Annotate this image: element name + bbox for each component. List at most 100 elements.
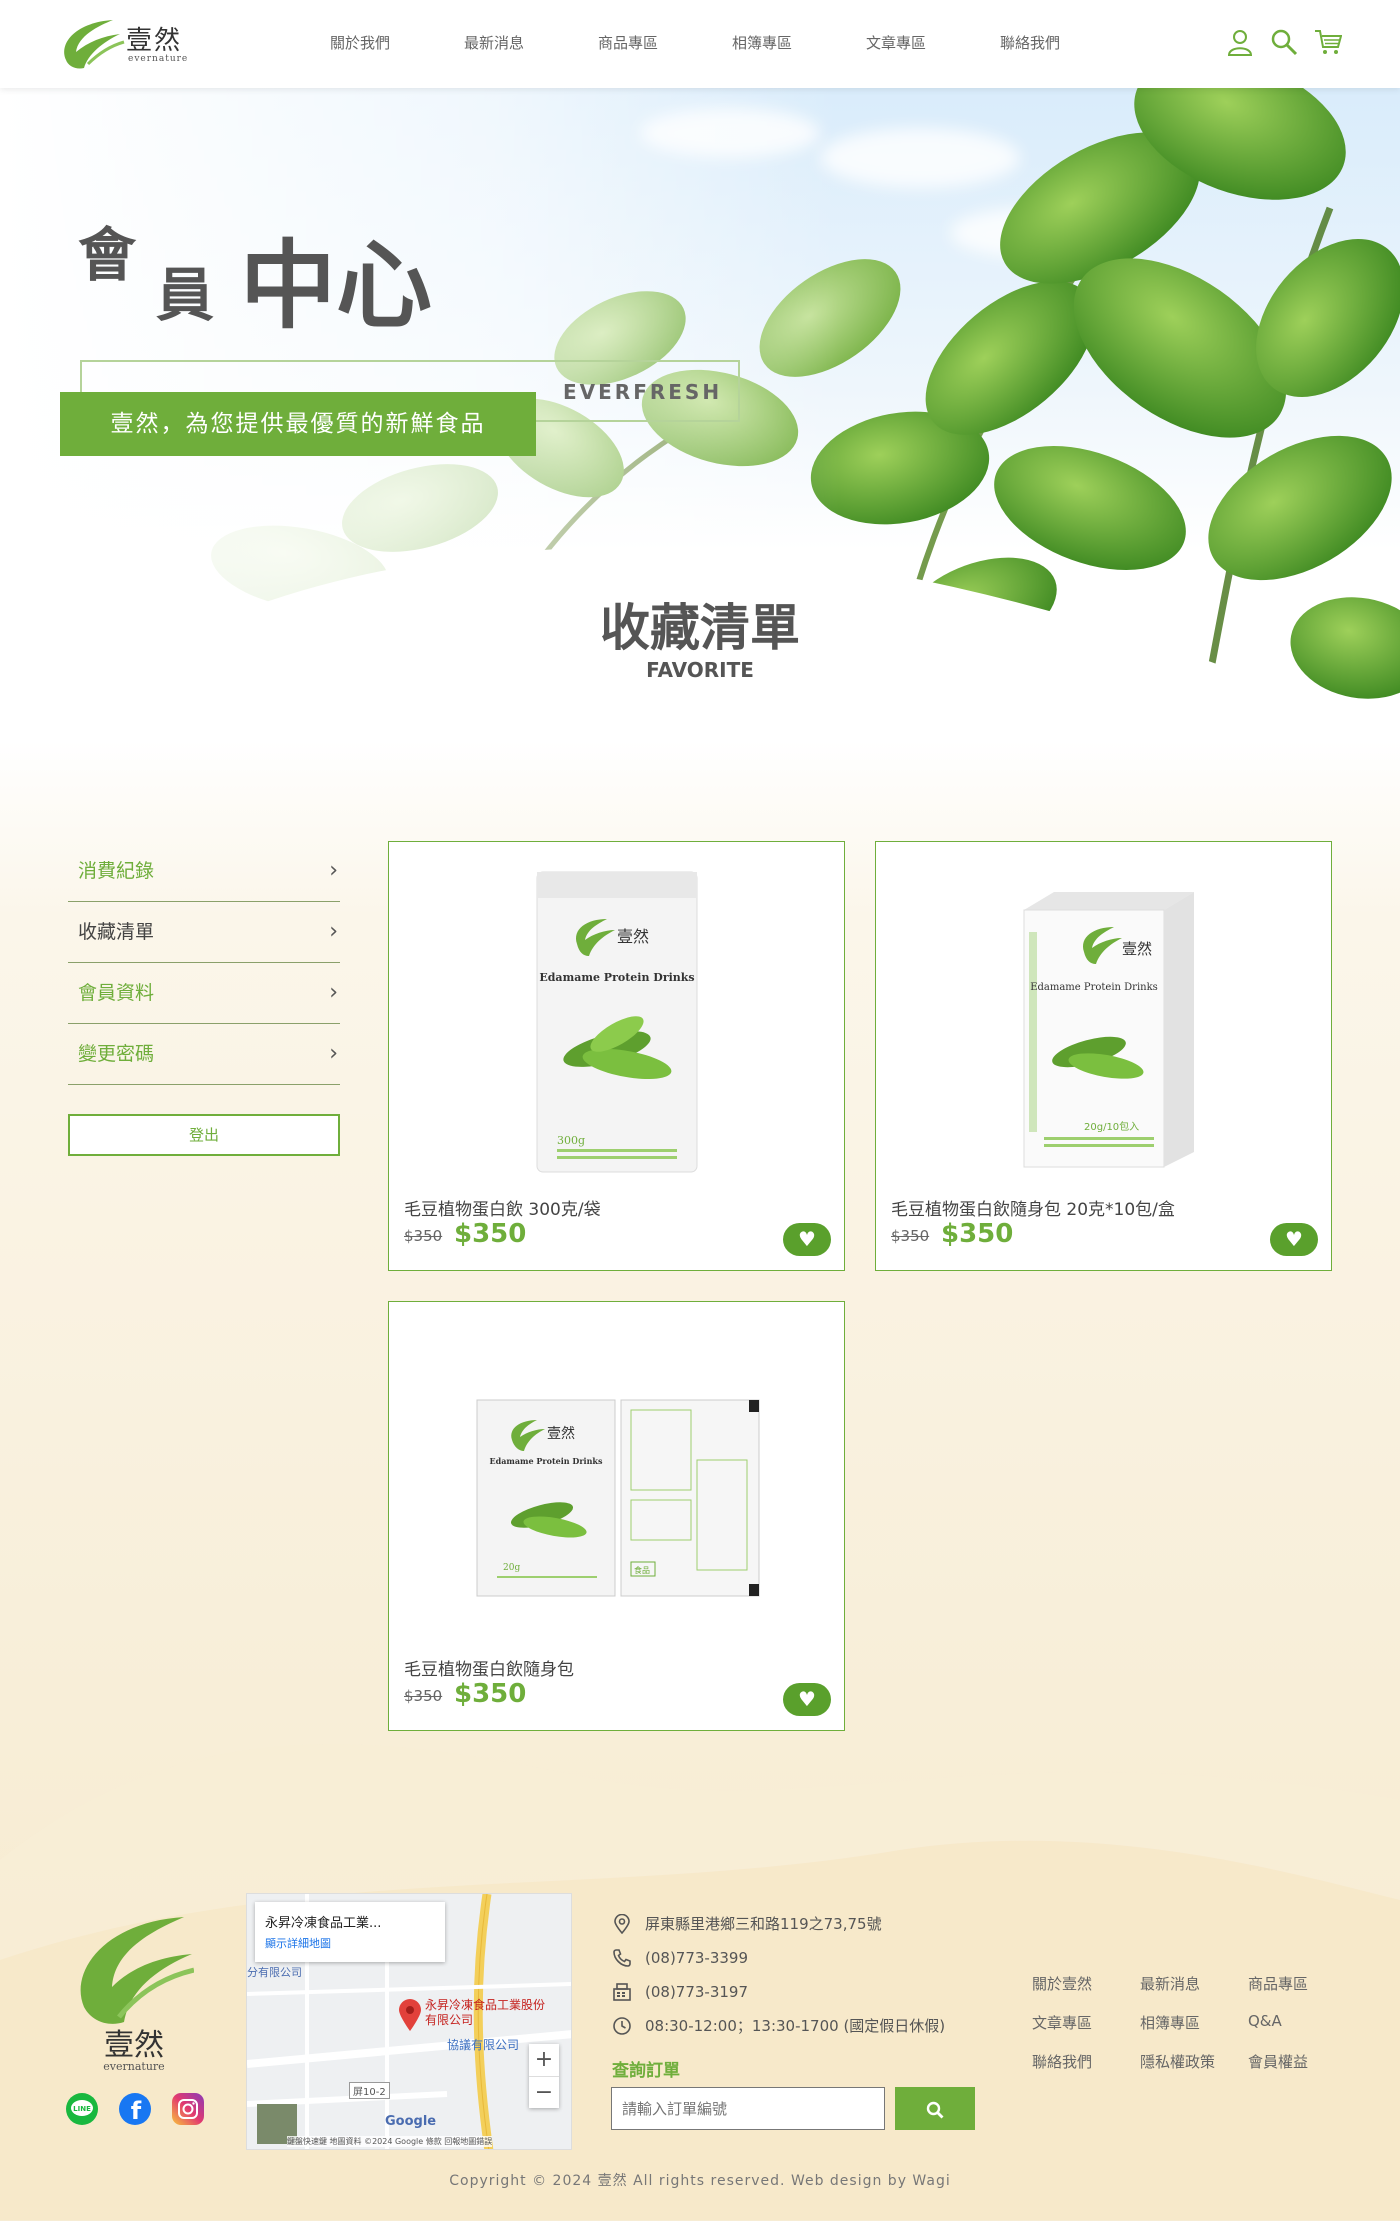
search-icon[interactable] xyxy=(1270,28,1298,56)
chevron-right-icon: › xyxy=(329,1041,338,1066)
sidebar-item-label: 消費紀錄 xyxy=(78,860,155,882)
product-card[interactable]: 壹然 Edamame Protein Drinks 20g/10包入 毛豆植物蛋… xyxy=(875,841,1332,1271)
order-query-label: 查詢訂單 xyxy=(612,2061,680,2081)
footer-link-contact[interactable]: 聯絡我們 xyxy=(1032,2051,1140,2072)
product-name[interactable]: 毛豆植物蛋白飲隨身包 xyxy=(404,1655,574,1680)
sidebar-item-orders[interactable]: 消費紀錄 › xyxy=(68,841,340,902)
instagram-icon[interactable] xyxy=(172,2093,204,2125)
map-pin-icon[interactable] xyxy=(397,1998,423,2036)
footer-link-qa[interactable]: Q&A xyxy=(1248,2012,1338,2033)
footer-links: 關於壹然 最新消息 商品專區 文章專區 相簿專區 Q&A 聯絡我們 隱私權政策 … xyxy=(1032,1973,1338,2072)
favorite-heart-button[interactable]: ♥ xyxy=(1270,1223,1318,1256)
phone-icon xyxy=(612,1948,632,1968)
fax-row: (08)773-3197 xyxy=(612,1980,945,2014)
chevron-right-icon: › xyxy=(329,980,338,1005)
address-row: 屏東縣里港鄉三和路119之73,75號 xyxy=(612,1912,945,1946)
sale-price: $350 xyxy=(454,1219,527,1249)
product-card[interactable]: 壹然 Edamame Protein Drinks 20g 食品 毛豆植物蛋白飲… xyxy=(388,1301,845,1731)
favorite-heart-button[interactable]: ♥ xyxy=(783,1223,831,1256)
phone-text[interactable]: (08)773-3399 xyxy=(645,1949,748,1967)
footer-link-privacy[interactable]: 隱私權政策 xyxy=(1140,2051,1248,2072)
sachet-product-line: Edamame Protein Drinks xyxy=(489,1456,602,1466)
sidebar-item-favorites[interactable]: 收藏清單 › xyxy=(68,902,340,963)
map-place-name: 永昇冷凍食品工業... xyxy=(265,1916,382,1931)
hero-title-char-1: 會 xyxy=(78,221,137,289)
header-icons xyxy=(1226,28,1343,56)
site-header: 壹然 evernature 關於我們 最新消息 商品專區 相簿專區 文章專區 聯… xyxy=(0,0,1400,88)
cart-icon[interactable] xyxy=(1314,28,1343,56)
hero-banner: 會 員 中心 EVERFRESH 壹然，為您提供最優質的新鮮食品 收藏清單 FA… xyxy=(0,88,1400,748)
box-product-line: Edamame Protein Drinks xyxy=(1030,982,1158,993)
product-name[interactable]: 毛豆植物蛋白飲 300克/袋 xyxy=(404,1195,601,1220)
hero-everfresh: EVERFRESH xyxy=(563,380,723,404)
sidebar-item-profile[interactable]: 會員資料 › xyxy=(68,963,340,1024)
section-subtitle: FAVORITE xyxy=(646,658,754,682)
line-icon[interactable]: LINE xyxy=(66,2093,98,2125)
heart-icon: ♥ xyxy=(798,1687,816,1711)
nav-products[interactable]: 商品專區 xyxy=(598,32,732,53)
clock-icon xyxy=(612,2016,632,2036)
map-road-label: 屏10-2 xyxy=(349,2082,390,2099)
nav-contact[interactable]: 聯絡我們 xyxy=(1000,32,1134,53)
sale-price: $350 xyxy=(941,1219,1014,1249)
fax-text: (08)773-3197 xyxy=(645,1983,749,2001)
svg-text:LINE: LINE xyxy=(73,2105,91,2113)
hero-slogan: 壹然，為您提供最優質的新鮮食品 xyxy=(60,392,536,456)
sachet-food-label: 食品 xyxy=(634,1565,650,1575)
logo-text: 壹然 xyxy=(126,26,183,56)
leaf-logo-icon xyxy=(64,20,125,69)
zoom-out-button[interactable]: − xyxy=(529,2076,559,2108)
social-links: LINE f xyxy=(66,2093,204,2125)
nav-news[interactable]: 最新消息 xyxy=(464,32,598,53)
main-nav: 關於我們 最新消息 商品專區 相簿專區 文章專區 聯絡我們 xyxy=(330,32,1134,53)
footer-link-album[interactable]: 相簿專區 xyxy=(1140,2012,1248,2033)
zoom-in-button[interactable]: + xyxy=(529,2044,559,2076)
google-watermark: Google xyxy=(385,2114,437,2129)
footer-link-articles[interactable]: 文章專區 xyxy=(1032,2012,1140,2033)
footer-logo[interactable]: 壹然 evernature xyxy=(74,1912,195,2073)
sidebar-item-label: 收藏清單 xyxy=(78,921,155,943)
footer-link-member-rights[interactable]: 會員權益 xyxy=(1248,2051,1338,2072)
footer-logo-text: 壹然 xyxy=(104,2028,164,2063)
logout-button[interactable]: 登出 xyxy=(68,1114,340,1156)
user-icon[interactable] xyxy=(1226,28,1254,56)
sachet-brand: 壹然 xyxy=(547,1425,575,1442)
hours-text: 08:30-12:00；13:30-1700 (國定假日休假) xyxy=(645,2017,946,2035)
search-icon xyxy=(926,2099,944,2118)
favorite-heart-button[interactable]: ♥ xyxy=(783,1683,831,1716)
nav-articles[interactable]: 文章專區 xyxy=(866,32,1000,53)
contact-info: 屏東縣里港鄉三和路119之73,75號 (08)773-3399 (08)773… xyxy=(612,1912,945,2048)
product-image-box: 壹然 Edamame Protein Drinks 20g/10包入 xyxy=(1023,892,1194,1168)
brand-logo[interactable]: 壹然 evernature xyxy=(58,12,198,76)
section-title: 收藏清單 xyxy=(600,599,800,657)
hero-title-main: 中心 xyxy=(240,230,432,342)
footer-link-products[interactable]: 商品專區 xyxy=(1248,1973,1338,1994)
bag-brand: 壹然 xyxy=(617,927,649,946)
map-attribution: 鍵盤快速鍵 地圖資料 ©2024 Google 條款 回報地圖錯誤 xyxy=(287,2136,493,2147)
hours-row: 08:30-12:00；13:30-1700 (國定假日休假) xyxy=(612,2014,945,2048)
product-card[interactable]: 壹然 Edamame Protein Drinks 300g 毛豆植物蛋白飲 3… xyxy=(388,841,845,1271)
order-search-button[interactable] xyxy=(895,2087,975,2130)
sidebar-item-label: 會員資料 xyxy=(78,982,155,1004)
product-name[interactable]: 毛豆植物蛋白飲隨身包 20克*10包/盒 xyxy=(891,1195,1175,1220)
chevron-right-icon: › xyxy=(329,919,338,944)
footer-link-about[interactable]: 關於壹然 xyxy=(1032,1973,1140,1994)
facebook-icon[interactable]: f xyxy=(119,2093,151,2125)
fax-icon xyxy=(612,1982,632,2002)
original-price: $350 xyxy=(404,1687,443,1705)
footer-link-news[interactable]: 最新消息 xyxy=(1140,1973,1248,1994)
order-number-input[interactable] xyxy=(611,2087,885,2130)
heart-icon: ♥ xyxy=(798,1227,816,1251)
sidebar-item-password[interactable]: 變更密碼 › xyxy=(68,1024,340,1085)
leaf-logo-icon: 壹然 evernature xyxy=(80,1917,195,2073)
google-map[interactable]: 永昇冷凍食品工業... 顯示詳細地圖 分有限公司 永昇冷凍食品工業股份有限公司 … xyxy=(246,1893,572,2150)
nav-album[interactable]: 相簿專區 xyxy=(732,32,866,53)
member-sidebar: 消費紀錄 › 收藏清單 › 會員資料 › 變更密碼 › 登出 xyxy=(68,841,340,1156)
product-image-sachets: 壹然 Edamame Protein Drinks 20g 食品 xyxy=(476,1399,759,1597)
original-price: $350 xyxy=(404,1227,443,1245)
map-info-box: 永昇冷凍食品工業... 顯示詳細地圖 xyxy=(255,1902,445,1962)
map-zoom-control: + − xyxy=(529,2044,559,2108)
bag-product-line: Edamame Protein Drinks xyxy=(539,971,694,984)
map-detail-link[interactable]: 顯示詳細地圖 xyxy=(265,1935,435,1951)
nav-about[interactable]: 關於我們 xyxy=(330,32,464,53)
